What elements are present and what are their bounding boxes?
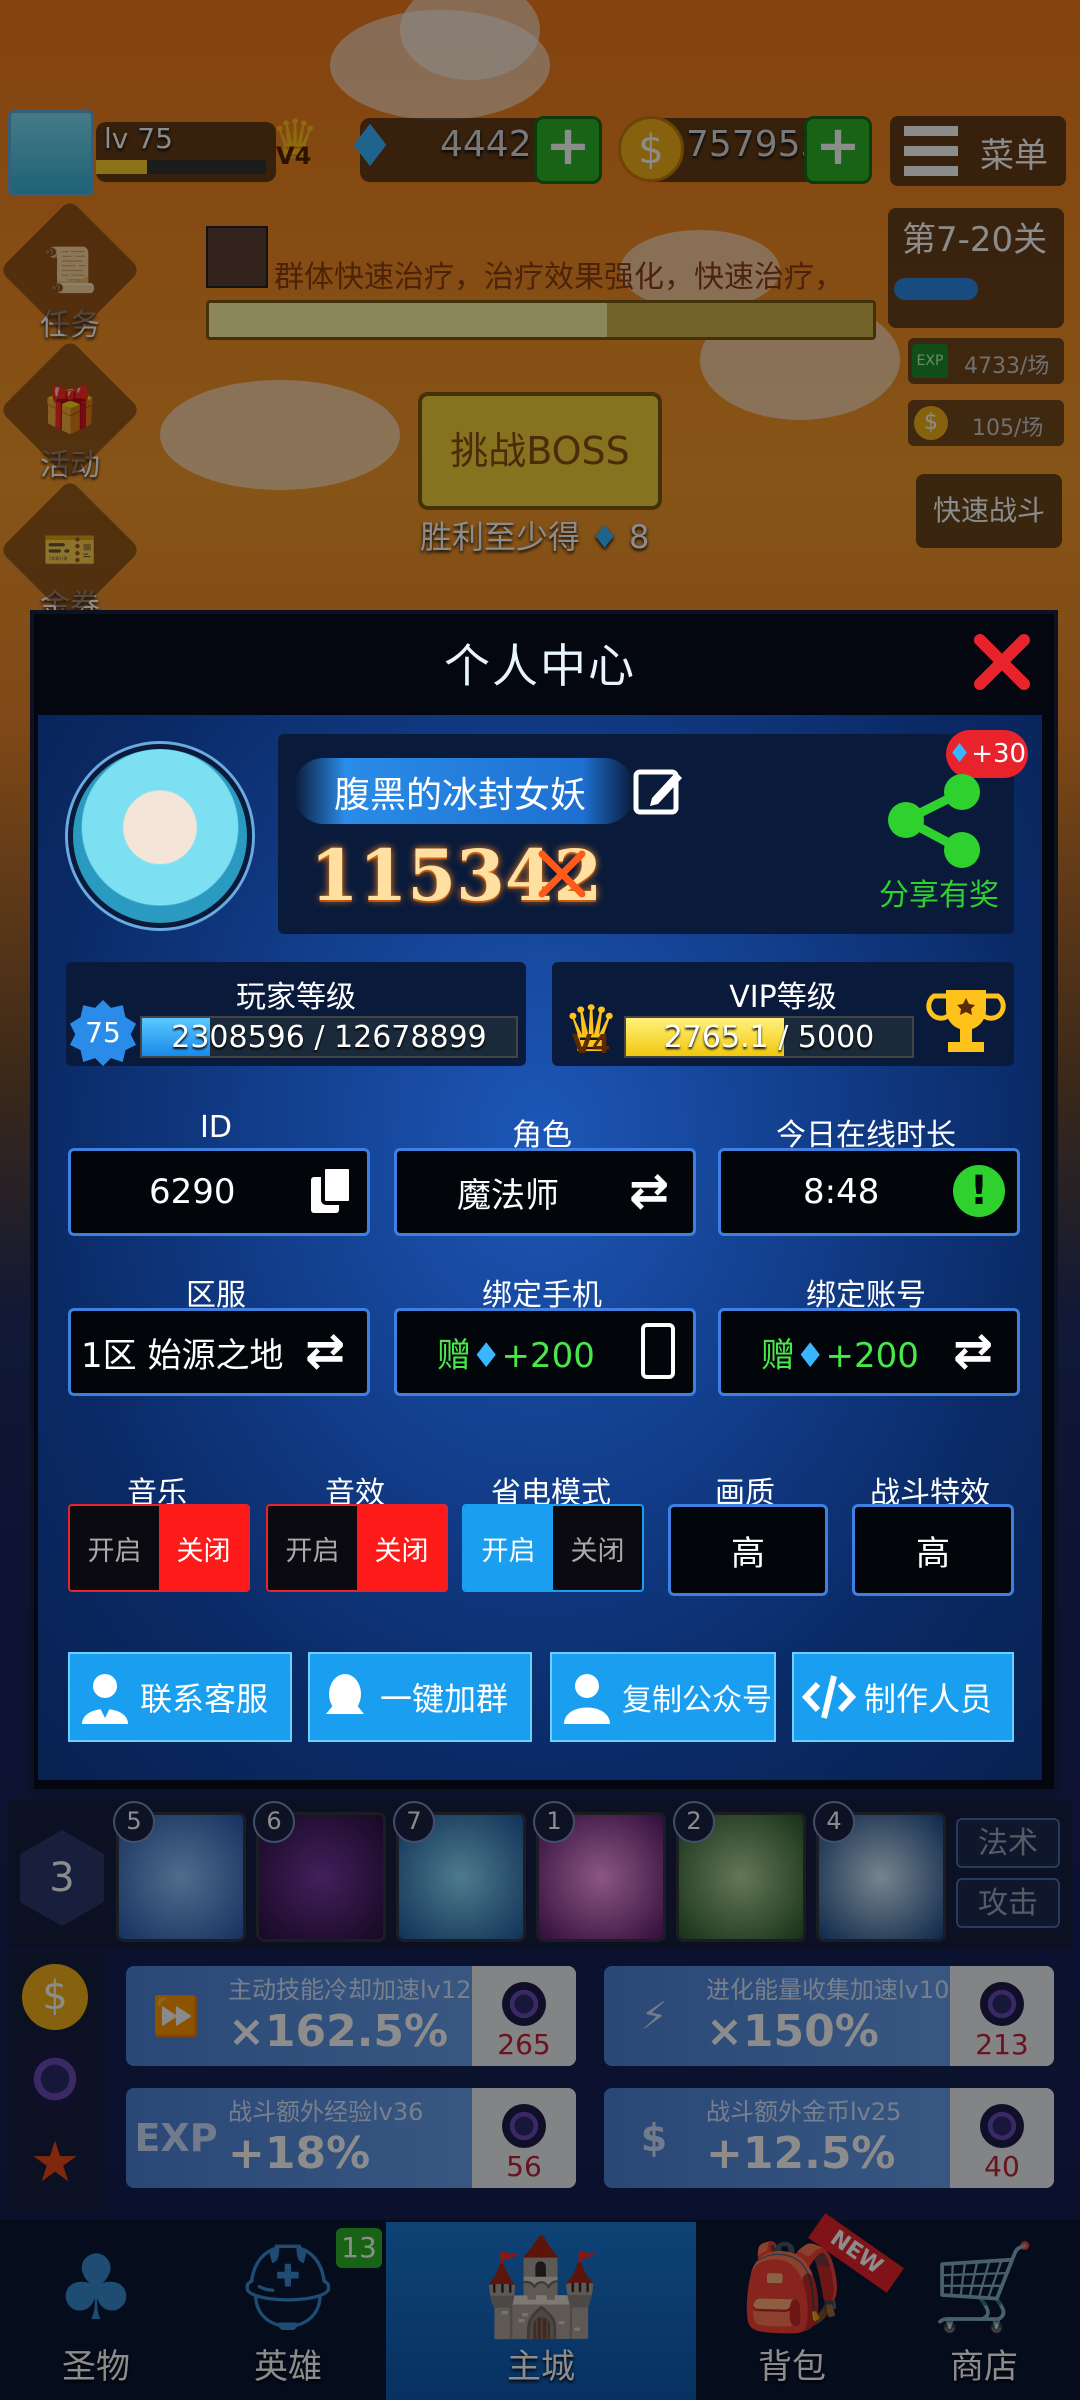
player-name: 腹黑的冰封女妖 [334,775,587,816]
code-tools-icon [802,1670,856,1724]
qq-penguin-icon [318,1670,372,1724]
contact-support-button[interactable]: 联系客服 [68,1652,292,1742]
diamond-icon: ♦ [795,1335,826,1376]
diamond-icon: ♦ [947,739,972,769]
credits-button[interactable]: 制作人员 [792,1652,1014,1742]
online-time-field: 8:48 ! [718,1148,1020,1236]
trophy-icon[interactable] [926,980,1006,1060]
close-button[interactable] [972,632,1032,692]
swap-icon[interactable]: ⇄ [629,1165,681,1217]
music-on[interactable]: 开启 [70,1506,159,1590]
share-button[interactable]: 分享有奖 [874,770,1004,920]
music-toggle[interactable]: 开启 关闭 [68,1504,250,1592]
copy-official-account-button[interactable]: 复制公众号 [550,1652,776,1742]
sound-on[interactable]: 开启 [268,1506,357,1590]
battle-effects-select[interactable]: 高 [852,1504,1014,1596]
sound-toggle[interactable]: 开启 关闭 [266,1504,448,1592]
sound-off[interactable]: 关闭 [357,1506,446,1590]
share-icon [888,774,980,868]
join-group-button[interactable]: 一键加群 [308,1652,532,1742]
vip-exp-bar: 2765.1 / 5000 [624,1016,914,1058]
player-level-label: 玩家等级 [236,980,356,1015]
support-agent-icon [78,1670,132,1724]
bind-phone-field[interactable]: 赠♦+200 [394,1308,696,1396]
copy-icon[interactable] [307,1165,355,1217]
id-label: ID [200,1110,232,1145]
phone-icon [641,1323,675,1379]
power-save-toggle[interactable]: 开启 关闭 [462,1504,644,1592]
close-icon [974,634,1030,690]
bind-account-field[interactable]: 赠♦+200 ⇄ [718,1308,1020,1396]
id-field[interactable]: 6290 [68,1148,370,1236]
music-off[interactable]: 关闭 [159,1506,248,1590]
swap-icon[interactable]: ⇄ [953,1325,1005,1377]
player-exp-bar: 2308596 / 12678899 [140,1016,518,1058]
crossed-swords-icon [536,848,588,900]
info-alert-icon[interactable]: ! [953,1165,1005,1217]
modal-title: 个人中心 [444,639,636,693]
role-field[interactable]: 魔法师 ⇄ [394,1148,696,1236]
share-label: 分享有奖 [879,878,999,913]
server-field[interactable]: 1区 始源之地 ⇄ [68,1308,370,1396]
diamond-icon: ♦ [471,1335,502,1376]
vip-badge: V4 [572,1030,611,1060]
edit-icon [633,769,682,815]
user-icon [560,1670,614,1724]
profile-avatar[interactable] [68,744,252,928]
quality-select[interactable]: 高 [668,1504,828,1596]
power-save-off[interactable]: 关闭 [553,1506,642,1590]
swap-icon[interactable]: ⇄ [305,1325,357,1377]
power-save-on[interactable]: 开启 [464,1506,553,1590]
edit-name-button[interactable] [630,762,688,820]
